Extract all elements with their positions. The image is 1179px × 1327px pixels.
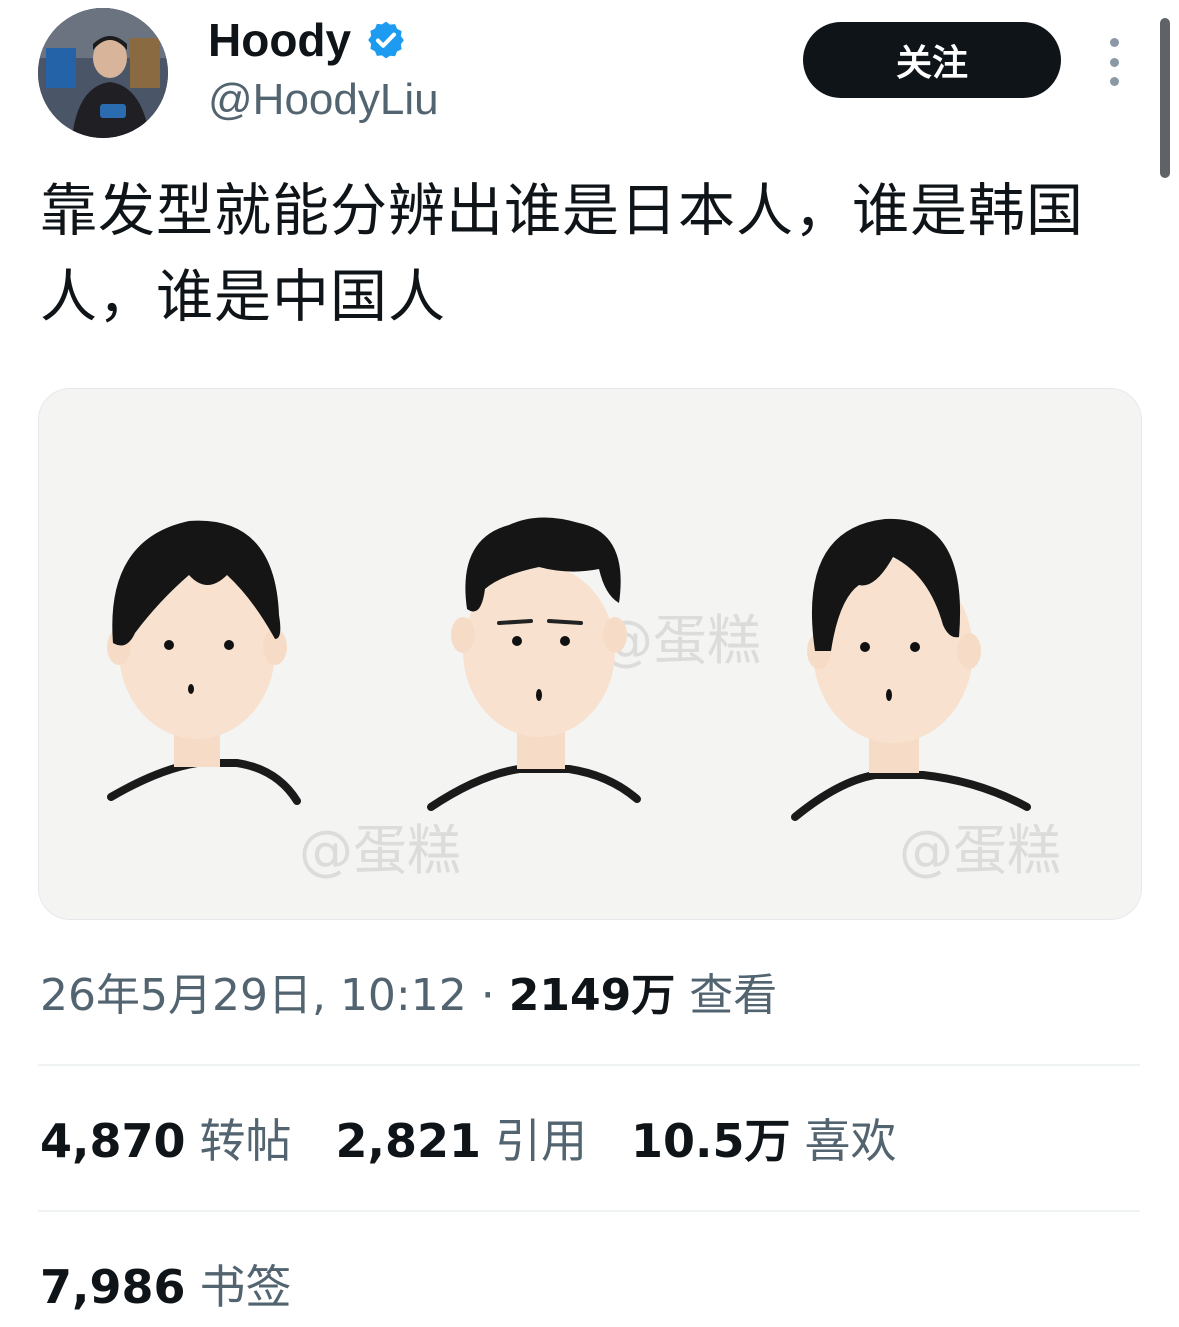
bookmarks-count: 7,986 (40, 1260, 186, 1314)
tweet-detail: Hoody @HoodyLiu 关注 靠发型就能分辨出谁是日本人，谁是韩国人，谁… (0, 0, 1179, 1327)
likes-label: 喜欢 (804, 1114, 897, 1168)
user-handle[interactable]: @HoodyLiu (208, 72, 439, 128)
follow-button[interactable]: 关注 (803, 22, 1061, 98)
watermark-text: @蛋糕 (299, 819, 461, 882)
views-count: 2149万 (508, 970, 676, 1021)
watermark-text: @蛋糕 (899, 819, 1061, 882)
bookmarks-label: 书签 (199, 1260, 292, 1314)
divider (38, 1064, 1140, 1066)
display-name-row[interactable]: Hoody (208, 12, 407, 68)
likes-stat[interactable]: 10.5万 喜欢 (631, 1110, 897, 1172)
verified-badge-icon (368, 21, 404, 59)
retweets-stat[interactable]: 4,870 转帖 (40, 1110, 292, 1172)
display-name[interactable]: Hoody (208, 12, 351, 68)
avatar-photo (38, 8, 168, 138)
more-vertical-icon[interactable] (1102, 38, 1126, 86)
meta-separator: · (480, 970, 495, 1021)
likes-count: 10.5万 (631, 1114, 791, 1168)
scrollbar[interactable] (1160, 18, 1170, 178)
divider (38, 1210, 1140, 1212)
hairstyle-illustration: @蛋糕 @蛋糕 @蛋糕 (39, 389, 1141, 919)
views-label: 查看 (689, 970, 778, 1021)
engagement-stats: 4,870 转帖 2,821 引用 10.5万 喜欢 (40, 1110, 897, 1172)
tweet-timestamp[interactable]: 26年5月29日, 10:12 (40, 970, 467, 1021)
quotes-label: 引用 (495, 1114, 588, 1168)
retweets-label: 转帖 (199, 1114, 292, 1168)
tweet-text: 靠发型就能分辨出谁是日本人，谁是韩国人，谁是中国人 (40, 178, 1084, 330)
bookmarks-row: 7,986 书签 (40, 1256, 292, 1318)
avatar[interactable] (38, 8, 168, 138)
bookmarks-stat[interactable]: 7,986 书签 (40, 1256, 292, 1318)
tweet-image[interactable]: @蛋糕 @蛋糕 @蛋糕 (38, 388, 1142, 920)
retweets-count: 4,870 (40, 1114, 186, 1168)
tweet-meta: 26年5月29日, 10:12 · 2149万 查看 (40, 966, 777, 1026)
quotes-count: 2,821 (335, 1114, 482, 1168)
quotes-stat[interactable]: 2,821 引用 (336, 1110, 588, 1172)
